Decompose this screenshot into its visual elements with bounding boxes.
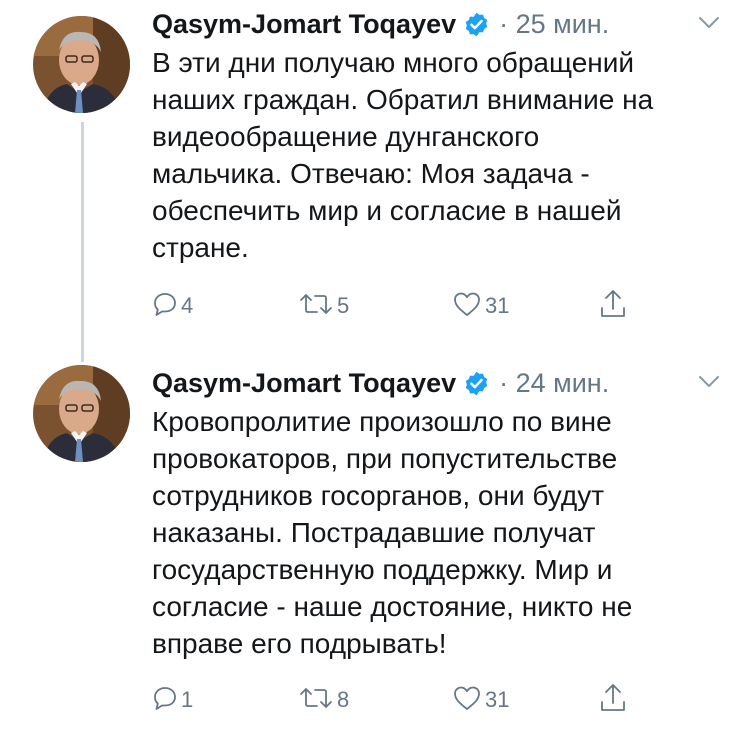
avatar[interactable] xyxy=(33,365,130,462)
like-count: 31 xyxy=(485,687,510,712)
tweet-text: Кровопролитие произошло по вине провокат… xyxy=(152,406,633,659)
verified-badge-icon xyxy=(463,370,490,397)
retweet-icon xyxy=(298,685,334,716)
reply-count: 4 xyxy=(181,293,194,318)
retweet-count: 8 xyxy=(337,687,350,712)
share-button[interactable] xyxy=(598,286,628,326)
tweet[interactable]: Qasym-Jomart Toqayev · 25 мин. В эти дни… xyxy=(0,0,750,345)
tweet-header: Qasym-Jomart Toqayev · 24 мин. xyxy=(152,365,609,401)
share-icon xyxy=(598,682,628,719)
reply-icon xyxy=(152,291,178,322)
retweet-icon xyxy=(298,291,334,322)
retweet-button[interactable]: 8 xyxy=(298,680,349,720)
avatar[interactable] xyxy=(33,16,130,113)
like-button[interactable]: 31 xyxy=(452,680,509,720)
verified-badge-icon xyxy=(463,11,490,38)
reply-button[interactable]: 4 xyxy=(152,286,193,326)
author-name[interactable]: Qasym-Jomart Toqayev xyxy=(152,368,456,399)
retweet-button[interactable]: 5 xyxy=(298,286,349,326)
tweet-header: Qasym-Jomart Toqayev · 25 мин. xyxy=(152,6,609,42)
heart-icon xyxy=(452,684,482,717)
tweet-actions: 4 5 31 xyxy=(152,286,652,326)
chevron-down-icon[interactable] xyxy=(698,375,720,389)
reply-count: 1 xyxy=(181,687,194,712)
tweet-timestamp[interactable]: · 25 мин. xyxy=(499,9,609,40)
retweet-count: 5 xyxy=(337,293,350,318)
reply-icon xyxy=(152,685,178,716)
reply-button[interactable]: 1 xyxy=(152,680,193,720)
tweet-actions: 1 8 31 xyxy=(152,680,652,720)
chevron-down-icon[interactable] xyxy=(698,16,720,30)
tweet-text: В эти дни получаю много обращений наших … xyxy=(152,47,654,263)
share-button[interactable] xyxy=(598,680,628,720)
share-icon xyxy=(598,288,628,325)
like-count: 31 xyxy=(485,293,510,318)
author-name[interactable]: Qasym-Jomart Toqayev xyxy=(152,9,456,40)
tweet-timestamp[interactable]: · 24 мин. xyxy=(499,368,609,399)
tweet[interactable]: Qasym-Jomart Toqayev · 24 мин. Кровопрол… xyxy=(0,345,750,751)
like-button[interactable]: 31 xyxy=(452,286,509,326)
heart-icon xyxy=(452,290,482,323)
